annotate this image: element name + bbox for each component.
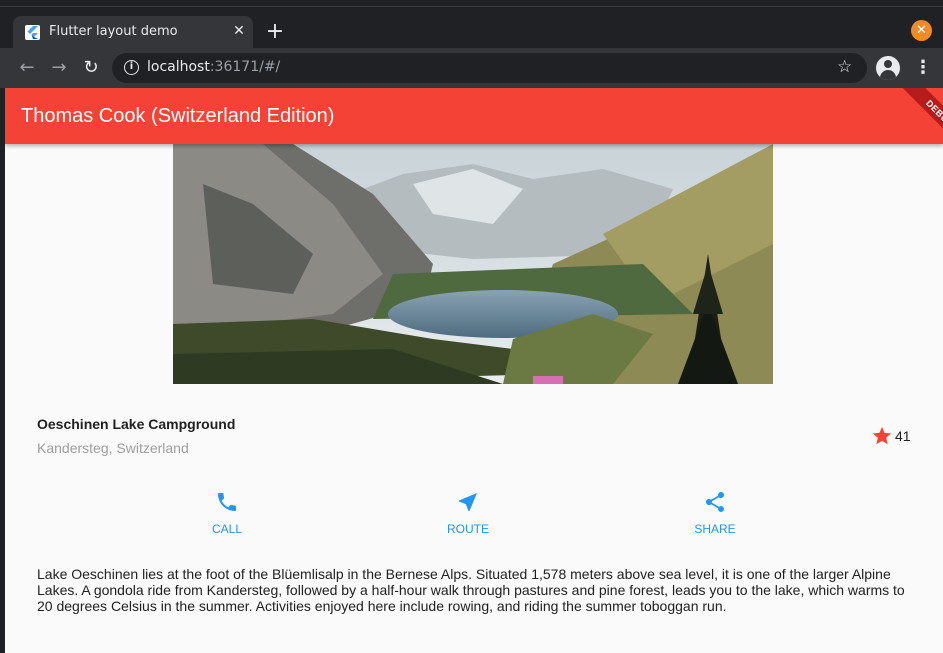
- url-path: :36171/#/: [209, 59, 281, 75]
- browser-tab[interactable]: Flutter layout demo ✕: [13, 16, 253, 48]
- star-outline-icon[interactable]: ☆: [837, 57, 852, 77]
- call-label: CALL: [211, 522, 243, 536]
- share-label: SHARE: [694, 522, 736, 536]
- arrow-left-icon[interactable]: ←: [15, 56, 39, 80]
- more-vertical-icon[interactable]: ⋮: [914, 56, 932, 80]
- close-icon[interactable]: ✕: [231, 23, 247, 39]
- url-text[interactable]: localhost:36171/#/: [147, 59, 280, 75]
- call-button[interactable]: CALL: [187, 490, 267, 536]
- app-title: Thomas Cook (Switzerland Edition): [21, 105, 335, 127]
- favorite-count: 41: [895, 428, 911, 444]
- place-name: Oeschinen Lake Campground: [37, 416, 236, 432]
- browser-toolbar: ← → ↻ i localhost:36171/#/ ☆ ⋮: [0, 48, 943, 88]
- lake-photo: [173, 144, 773, 384]
- share-button[interactable]: SHARE: [675, 490, 755, 536]
- share-icon: [706, 492, 724, 512]
- flutter-logo-icon: [25, 25, 40, 40]
- avatar-body: [880, 70, 896, 80]
- browser-tab-strip: Flutter layout demo ✕ + ✕: [0, 0, 943, 48]
- url-host: localhost: [147, 59, 210, 75]
- phone-icon: [218, 493, 236, 511]
- tab-strip-divider: [0, 6, 943, 7]
- close-circle-icon[interactable]: ✕: [911, 20, 932, 41]
- info-icon[interactable]: i: [124, 60, 139, 75]
- route-button[interactable]: ROUTE: [428, 490, 508, 536]
- title-section: Oeschinen Lake Campground Kandersteg, Sw…: [37, 416, 915, 460]
- place-location: Kandersteg, Switzerland: [37, 440, 189, 456]
- description-text: Lake Oeschinen lies at the foot of the B…: [37, 566, 905, 614]
- account-icon[interactable]: [876, 56, 900, 80]
- route-label: ROUTE: [447, 522, 489, 536]
- navigation-icon: [459, 493, 477, 511]
- avatar-head: [884, 60, 892, 68]
- flutter-app: Thomas Cook (Switzerland Edition) DEBUG: [5, 88, 943, 653]
- tab-title: Flutter layout demo: [49, 24, 178, 39]
- arrow-right-icon[interactable]: →: [47, 56, 71, 80]
- plus-icon[interactable]: +: [265, 21, 285, 43]
- address-bar[interactable]: i localhost:36171/#/ ☆: [112, 53, 867, 83]
- app-bar: Thomas Cook (Switzerland Edition): [5, 88, 943, 144]
- star-icon[interactable]: [871, 425, 893, 447]
- reload-icon[interactable]: ↻: [79, 56, 103, 80]
